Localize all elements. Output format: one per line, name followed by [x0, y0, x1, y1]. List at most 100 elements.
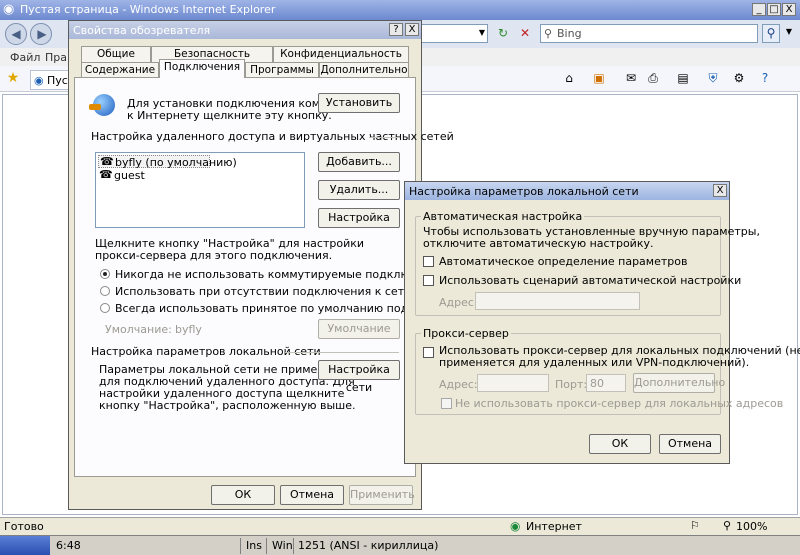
- lan-text-line4: кнопку "Настройка", расположенную выше.: [99, 399, 356, 412]
- globe-icon: ◉: [510, 519, 521, 533]
- tab-label: Общие: [97, 48, 135, 60]
- script-address-input[interactable]: [475, 292, 640, 310]
- lan-dialog-close-button[interactable]: X: [713, 184, 727, 197]
- tools-gear-icon[interactable]: ⚙: [732, 71, 746, 85]
- dialog-title-bar: Свойства обозревателя ? X: [69, 21, 421, 39]
- add-button[interactable]: Добавить...: [318, 152, 400, 172]
- connection-name: byfly (по умолчанию): [115, 156, 237, 169]
- port-value: 80: [590, 377, 604, 390]
- proxy-hint-line2: прокси-сервера для этого подключения.: [95, 249, 333, 262]
- bypass-local-checkbox[interactable]: [441, 398, 452, 409]
- address-field[interactable]: ▼: [420, 24, 488, 43]
- search-input[interactable]: ⚲ Bing: [540, 24, 758, 43]
- radio-never-dial[interactable]: [100, 269, 110, 279]
- ie-window-title: Пустая страница - Windows Internet Explo…: [20, 3, 276, 16]
- back-arrow-icon: ◀: [11, 27, 21, 41]
- zoom-icon[interactable]: ⚲: [723, 519, 731, 532]
- dialog-title: Свойства обозревателя: [73, 24, 211, 37]
- tab-advanced[interactable]: Дополнительно: [319, 62, 409, 78]
- proxy-address-label: Адрес:: [439, 378, 478, 391]
- radio-dial-when-no-network[interactable]: [100, 286, 110, 296]
- close-button[interactable]: X: [782, 3, 796, 16]
- network-globe-icon: [89, 92, 115, 118]
- radio-always-dial[interactable]: [100, 303, 110, 313]
- connection-icon: ☎: [99, 168, 113, 181]
- remove-button[interactable]: Удалить...: [318, 180, 400, 200]
- port-label: Порт:: [555, 378, 588, 391]
- lan-dialog-title: Настройка параметров локальной сети: [409, 185, 639, 198]
- tab-general[interactable]: Общие: [81, 46, 151, 62]
- auto-script-checkbox[interactable]: [423, 275, 434, 286]
- list-item[interactable]: ☎ byfly (по умолчанию): [98, 155, 237, 169]
- setup-button[interactable]: Установить: [318, 93, 400, 113]
- taskbar-strip: [0, 536, 50, 555]
- maximize-button[interactable]: □: [767, 3, 781, 16]
- default-button[interactable]: Умолчание: [318, 319, 400, 339]
- tab-connections[interactable]: Подключения: [159, 59, 245, 78]
- zoom-level[interactable]: 100%: [736, 520, 767, 533]
- lan-ok-button[interactable]: ОК: [589, 434, 651, 454]
- settings-button[interactable]: Настройка: [318, 208, 400, 228]
- cancel-button[interactable]: Отмена: [280, 485, 344, 505]
- default-value: byfly: [175, 323, 202, 336]
- safety-icon[interactable]: ⛨: [706, 71, 720, 85]
- favorites-star-icon[interactable]: ★: [6, 71, 20, 85]
- ie-logo-icon: ◉: [3, 2, 15, 17]
- auto-detect-label: Автоматическое определение параметров: [439, 255, 688, 268]
- default-label: Умолчание:: [105, 323, 172, 336]
- dialog-close-button[interactable]: X: [405, 23, 419, 36]
- internet-properties-dialog: Свойства обозревателя ? X Общие Безопасн…: [68, 20, 466, 510]
- refresh-icon[interactable]: ↻: [495, 26, 511, 40]
- connection-icon: ☎: [100, 155, 114, 168]
- lan-settings-button[interactable]: Настройка сети: [318, 360, 400, 394]
- tab-privacy[interactable]: Конфиденциальность: [273, 46, 409, 62]
- address-dropdown-icon[interactable]: ▼: [477, 26, 487, 40]
- advanced-button[interactable]: Дополнительно: [633, 373, 725, 393]
- use-proxy-checkbox[interactable]: [423, 347, 434, 358]
- proxy-address-input[interactable]: [477, 374, 549, 392]
- connection-name: guest: [114, 169, 145, 182]
- use-proxy-label-line2: применяется для удаленных или VPN-подклю…: [439, 356, 750, 369]
- tab-label: Дополнительно: [320, 64, 408, 76]
- lan-cancel-button[interactable]: Отмена: [659, 434, 721, 454]
- print-icon[interactable]: ⎙: [646, 71, 660, 85]
- browser-tab[interactable]: ◉ Пуст: [30, 70, 74, 90]
- tab-content[interactable]: Содержание: [81, 62, 159, 78]
- forward-button[interactable]: ▶: [30, 23, 52, 45]
- ok-button[interactable]: ОК: [211, 485, 275, 505]
- search-button[interactable]: ⚲: [762, 24, 780, 43]
- search-icon: ⚲: [544, 27, 553, 40]
- tab-label: Подключения: [163, 61, 241, 73]
- tab-programs[interactable]: Программы: [245, 62, 319, 78]
- script-address-label: Адрес: [439, 296, 474, 309]
- page-menu-icon[interactable]: ▤: [676, 71, 690, 85]
- forward-arrow-icon: ▶: [37, 27, 47, 41]
- help-icon[interactable]: ?: [758, 71, 772, 85]
- connections-panel: Для установки подключения компьютера к И…: [74, 77, 466, 477]
- home-icon[interactable]: ⌂: [562, 71, 576, 85]
- dialup-section-header: Настройка удаленного доступа и виртуальн…: [91, 130, 454, 143]
- help-button[interactable]: ?: [389, 23, 403, 36]
- port-input[interactable]: 80: [586, 374, 626, 392]
- status-divider: [266, 538, 267, 554]
- search-options-icon[interactable]: ▼: [784, 25, 794, 39]
- minimize-button[interactable]: _: [752, 3, 766, 16]
- mail-icon[interactable]: ✉: [624, 71, 638, 85]
- auto-detect-checkbox[interactable]: [423, 256, 434, 267]
- menu-file[interactable]: Файл: [10, 51, 40, 64]
- apply-button[interactable]: Применить: [349, 485, 415, 505]
- stop-icon[interactable]: ✕: [517, 26, 533, 40]
- status-win: Win: [272, 539, 293, 552]
- feeds-icon[interactable]: ▣: [592, 71, 606, 85]
- setup-text-line2: к Интернету щелкните эту кнопку.: [127, 109, 332, 122]
- status-divider: [293, 538, 294, 554]
- protected-mode-icon[interactable]: ⚐: [690, 519, 700, 532]
- proxy-group-label: Прокси-сервер: [421, 327, 511, 340]
- connections-list[interactable]: ☎ byfly (по умолчанию) ☎ guest: [95, 152, 305, 228]
- back-button[interactable]: ◀: [5, 23, 27, 45]
- tab-label: Содержание: [84, 64, 156, 76]
- list-item[interactable]: ☎ guest: [98, 168, 210, 182]
- status-divider: [240, 538, 241, 554]
- section-divider: [285, 352, 399, 353]
- tab-label: Программы: [250, 64, 314, 76]
